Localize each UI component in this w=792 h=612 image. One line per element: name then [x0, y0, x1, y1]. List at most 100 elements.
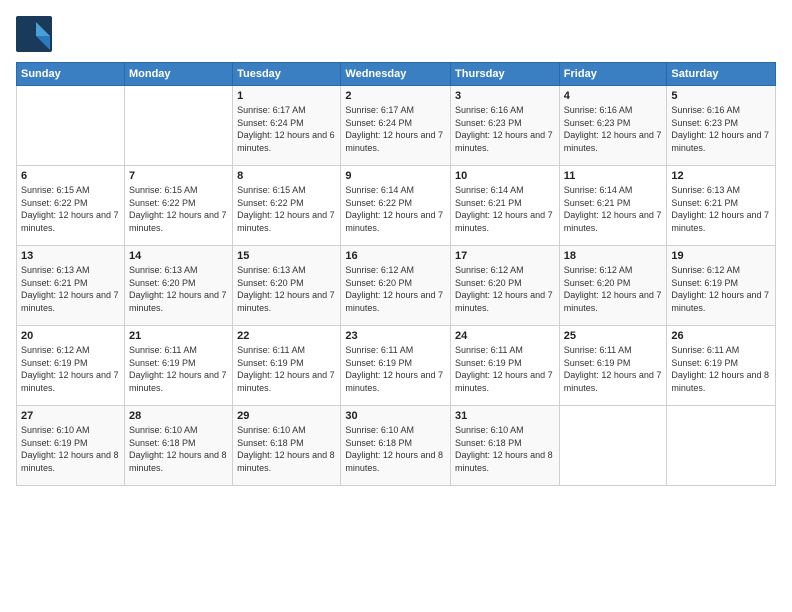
day-number: 26 — [671, 330, 771, 342]
day-info: Sunrise: 6:11 AM Sunset: 6:19 PM Dayligh… — [455, 344, 555, 394]
day-info: Sunrise: 6:11 AM Sunset: 6:19 PM Dayligh… — [671, 344, 771, 394]
calendar-cell: 31 Sunrise: 6:10 AM Sunset: 6:18 PM Dayli… — [451, 406, 560, 486]
day-number: 20 — [21, 330, 120, 342]
day-number: 29 — [237, 410, 336, 422]
day-info: Sunrise: 6:12 AM Sunset: 6:19 PM Dayligh… — [21, 344, 120, 394]
calendar-cell: 21 Sunrise: 6:11 AM Sunset: 6:19 PM Dayli… — [124, 326, 232, 406]
weekday-header-saturday: Saturday — [667, 63, 776, 86]
day-info: Sunrise: 6:13 AM Sunset: 6:20 PM Dayligh… — [129, 264, 228, 314]
calendar-cell: 11Sunrise: 6:14 AM Sunset: 6:21 PM Dayli… — [559, 166, 667, 246]
week-row-4: 27 Sunrise: 6:10 AM Sunset: 6:19 PM Dayli… — [17, 406, 776, 486]
day-number: 3 — [455, 90, 555, 102]
week-row-2: 13 Sunrise: 6:13 AM Sunset: 6:21 PM Dayli… — [17, 246, 776, 326]
day-info: Sunrise: 6:10 AM Sunset: 6:18 PM Dayligh… — [237, 424, 336, 474]
day-number: 4 — [564, 90, 663, 102]
calendar-cell — [124, 86, 232, 166]
day-info: Sunrise: 6:13 AM Sunset: 6:21 PM Dayligh… — [21, 264, 120, 314]
calendar-cell: 13 Sunrise: 6:13 AM Sunset: 6:21 PM Dayli… — [17, 246, 125, 326]
day-info: Sunrise: 6:10 AM Sunset: 6:18 PM Dayligh… — [455, 424, 555, 474]
day-number: 27 — [21, 410, 120, 422]
day-number: 14 — [129, 250, 228, 262]
weekday-header-row: SundayMondayTuesdayWednesdayThursdayFrid… — [17, 63, 776, 86]
day-number: 19 — [671, 250, 771, 262]
calendar-cell: 12Sunrise: 6:13 AM Sunset: 6:21 PM Dayli… — [667, 166, 776, 246]
calendar-cell: 18 Sunrise: 6:12 AM Sunset: 6:20 PM Dayli… — [559, 246, 667, 326]
week-row-3: 20 Sunrise: 6:12 AM Sunset: 6:19 PM Dayli… — [17, 326, 776, 406]
day-info: Sunrise: 6:17 AM Sunset: 6:24 PM Dayligh… — [345, 104, 446, 154]
calendar-cell: 30 Sunrise: 6:10 AM Sunset: 6:18 PM Dayli… — [341, 406, 451, 486]
calendar-cell: 8 Sunrise: 6:15 AM Sunset: 6:22 PM Daylig… — [233, 166, 341, 246]
calendar-cell: 3 Sunrise: 6:16 AM Sunset: 6:23 PM Daylig… — [451, 86, 560, 166]
day-number: 13 — [21, 250, 120, 262]
day-number: 15 — [237, 250, 336, 262]
calendar-cell: 6 Sunrise: 6:15 AM Sunset: 6:22 PM Daylig… — [17, 166, 125, 246]
weekday-header-friday: Friday — [559, 63, 667, 86]
day-number: 6 — [21, 170, 120, 182]
day-number: 12 — [671, 170, 771, 182]
week-row-0: 1 Sunrise: 6:17 AM Sunset: 6:24 PM Daylig… — [17, 86, 776, 166]
calendar-cell: 14 Sunrise: 6:13 AM Sunset: 6:20 PM Dayli… — [124, 246, 232, 326]
calendar-cell — [17, 86, 125, 166]
day-info: Sunrise: 6:15 AM Sunset: 6:22 PM Dayligh… — [21, 184, 120, 234]
day-number: 30 — [345, 410, 446, 422]
day-number: 21 — [129, 330, 228, 342]
weekday-header-sunday: Sunday — [17, 63, 125, 86]
calendar-cell: 2 Sunrise: 6:17 AM Sunset: 6:24 PM Daylig… — [341, 86, 451, 166]
calendar-cell: 15 Sunrise: 6:13 AM Sunset: 6:20 PM Dayli… — [233, 246, 341, 326]
day-info: Sunrise: 6:11 AM Sunset: 6:19 PM Dayligh… — [345, 344, 446, 394]
calendar-cell: 29 Sunrise: 6:10 AM Sunset: 6:18 PM Dayli… — [233, 406, 341, 486]
day-info: Sunrise: 6:16 AM Sunset: 6:23 PM Dayligh… — [455, 104, 555, 154]
calendar-cell: 5 Sunrise: 6:16 AM Sunset: 6:23 PM Daylig… — [667, 86, 776, 166]
day-number: 2 — [345, 90, 446, 102]
calendar-cell: 27 Sunrise: 6:10 AM Sunset: 6:19 PM Dayli… — [17, 406, 125, 486]
day-info: Sunrise: 6:11 AM Sunset: 6:19 PM Dayligh… — [129, 344, 228, 394]
day-number: 10 — [455, 170, 555, 182]
week-row-1: 6 Sunrise: 6:15 AM Sunset: 6:22 PM Daylig… — [17, 166, 776, 246]
calendar-cell: 17 Sunrise: 6:12 AM Sunset: 6:20 PM Dayli… — [451, 246, 560, 326]
day-number: 16 — [345, 250, 446, 262]
day-number: 8 — [237, 170, 336, 182]
day-number: 5 — [671, 90, 771, 102]
calendar-cell: 20 Sunrise: 6:12 AM Sunset: 6:19 PM Dayli… — [17, 326, 125, 406]
calendar-cell: 10 Sunrise: 6:14 AM Sunset: 6:21 PM Dayli… — [451, 166, 560, 246]
day-info: Sunrise: 6:10 AM Sunset: 6:19 PM Dayligh… — [21, 424, 120, 474]
day-number: 22 — [237, 330, 336, 342]
day-number: 18 — [564, 250, 663, 262]
weekday-header-thursday: Thursday — [451, 63, 560, 86]
calendar-cell: 19 Sunrise: 6:12 AM Sunset: 6:19 PM Dayli… — [667, 246, 776, 326]
day-number: 28 — [129, 410, 228, 422]
day-info: Sunrise: 6:11 AM Sunset: 6:19 PM Dayligh… — [564, 344, 663, 394]
day-info: Sunrise: 6:12 AM Sunset: 6:20 PM Dayligh… — [455, 264, 555, 314]
day-info: Sunrise: 6:10 AM Sunset: 6:18 PM Dayligh… — [345, 424, 446, 474]
general-blue-logo-icon — [16, 16, 52, 52]
day-number: 31 — [455, 410, 555, 422]
weekday-header-monday: Monday — [124, 63, 232, 86]
day-info: Sunrise: 6:14 AM Sunset: 6:22 PM Dayligh… — [345, 184, 446, 234]
calendar-cell: 4 Sunrise: 6:16 AM Sunset: 6:23 PM Daylig… — [559, 86, 667, 166]
day-number: 25 — [564, 330, 663, 342]
calendar-cell — [667, 406, 776, 486]
calendar-cell: 23 Sunrise: 6:11 AM Sunset: 6:19 PM Dayli… — [341, 326, 451, 406]
calendar-cell: 16 Sunrise: 6:12 AM Sunset: 6:20 PM Dayli… — [341, 246, 451, 326]
calendar-cell: 7Sunrise: 6:15 AM Sunset: 6:22 PM Daylig… — [124, 166, 232, 246]
calendar-cell — [559, 406, 667, 486]
calendar: SundayMondayTuesdayWednesdayThursdayFrid… — [16, 62, 776, 486]
day-number: 23 — [345, 330, 446, 342]
calendar-cell: 28Sunrise: 6:10 AM Sunset: 6:18 PM Dayli… — [124, 406, 232, 486]
day-info: Sunrise: 6:11 AM Sunset: 6:19 PM Dayligh… — [237, 344, 336, 394]
weekday-header-wednesday: Wednesday — [341, 63, 451, 86]
day-number: 1 — [237, 90, 336, 102]
day-info: Sunrise: 6:14 AM Sunset: 6:21 PM Dayligh… — [455, 184, 555, 234]
day-info: Sunrise: 6:15 AM Sunset: 6:22 PM Dayligh… — [237, 184, 336, 234]
day-info: Sunrise: 6:16 AM Sunset: 6:23 PM Dayligh… — [671, 104, 771, 154]
day-info: Sunrise: 6:12 AM Sunset: 6:20 PM Dayligh… — [345, 264, 446, 314]
logo — [16, 16, 56, 52]
day-info: Sunrise: 6:17 AM Sunset: 6:24 PM Dayligh… — [237, 104, 336, 154]
day-info: Sunrise: 6:12 AM Sunset: 6:20 PM Dayligh… — [564, 264, 663, 314]
day-info: Sunrise: 6:12 AM Sunset: 6:19 PM Dayligh… — [671, 264, 771, 314]
day-number: 17 — [455, 250, 555, 262]
calendar-cell: 9Sunrise: 6:14 AM Sunset: 6:22 PM Daylig… — [341, 166, 451, 246]
day-info: Sunrise: 6:16 AM Sunset: 6:23 PM Dayligh… — [564, 104, 663, 154]
day-info: Sunrise: 6:15 AM Sunset: 6:22 PM Dayligh… — [129, 184, 228, 234]
day-info: Sunrise: 6:13 AM Sunset: 6:20 PM Dayligh… — [237, 264, 336, 314]
